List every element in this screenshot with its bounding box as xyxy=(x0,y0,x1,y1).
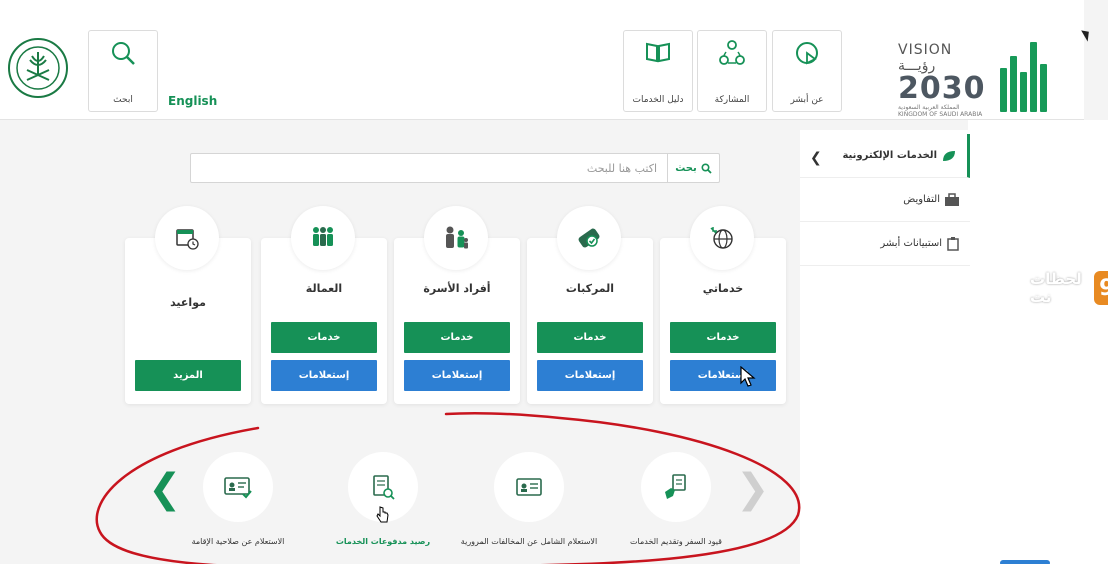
card-appointments: مواعيد المزيد xyxy=(125,206,251,404)
info-icon xyxy=(796,42,818,65)
card-icon xyxy=(690,206,754,270)
card-icon xyxy=(557,206,621,270)
service-label: قيود السفر وتقديم الخدمات xyxy=(630,537,722,546)
watermark-text: لحظات نت xyxy=(1030,270,1082,306)
mouse-cursor-icon xyxy=(740,366,756,387)
search-icon xyxy=(701,162,712,174)
collapse-chevron-icon[interactable]: ❮ xyxy=(810,150,822,166)
vision-line4: KINGDOM OF SAUDI ARABIA xyxy=(898,111,983,118)
family-inquiries-button[interactable]: إستعلامات xyxy=(404,360,510,391)
header-search-button[interactable]: ابحث xyxy=(88,30,158,112)
watermark: لحظات نت 9 xyxy=(1030,270,1108,306)
sidebar-item-label: الخدمات الإلكترونية xyxy=(842,150,937,161)
absher-logo xyxy=(1000,36,1056,112)
service-circle xyxy=(641,452,711,522)
card-title: العمالة xyxy=(305,282,343,295)
globe-icon xyxy=(710,227,733,249)
vision-2030-logo: VISION رؤيـــة 2030 المملكة العربية السع… xyxy=(898,42,994,118)
right-panel-background xyxy=(968,120,1108,564)
vehicle-icon xyxy=(578,228,600,248)
appointments-more-button[interactable]: المزيد xyxy=(135,360,241,391)
service-label: الاستعلام عن صلاحية الإقامة xyxy=(191,537,285,546)
card-labor: العمالة خدمات إستعلامات xyxy=(261,206,387,404)
nav-about-absher[interactable]: عن أبشر xyxy=(772,30,842,112)
my-services-inquiries-button[interactable]: إستعلامات xyxy=(670,360,776,391)
book-icon xyxy=(646,42,670,63)
hand-cursor-icon xyxy=(376,506,389,523)
family-services-button[interactable]: خدمات xyxy=(404,322,510,353)
vehicles-inquiries-button[interactable]: إستعلامات xyxy=(537,360,643,391)
search-button[interactable]: بحث xyxy=(667,154,719,182)
service-traffic-violations[interactable]: الاستعلام الشامل عن المخالفات المرورية xyxy=(459,452,599,562)
watermark-logo: 9 xyxy=(1093,271,1108,305)
nav-services-guide[interactable]: دليل الخدمات xyxy=(623,30,693,112)
receipt-search-icon xyxy=(373,475,395,500)
service-circle xyxy=(494,452,564,522)
nav-about-absher-label: عن أبشر xyxy=(790,95,824,105)
card-title: أفراد الأسرة xyxy=(423,282,491,295)
document-hand-icon xyxy=(665,474,686,499)
nav-services-guide-label: دليل الخدمات xyxy=(632,95,684,105)
sidebar-item-label: استبيانات أبشر xyxy=(880,238,942,249)
card-icon xyxy=(424,206,488,270)
sidebar-item-surveys[interactable]: استبيانات أبشر xyxy=(800,222,970,266)
header: ابحث English دليل الخدمات المشاركة عن أب… xyxy=(0,0,1084,120)
header-search-label: ابحث xyxy=(113,95,133,105)
scroll-indicator xyxy=(1000,560,1050,564)
clipboard-icon xyxy=(947,236,959,251)
sidebar-item-e-services[interactable]: الخدمات الإلكترونية ❮ xyxy=(800,134,970,178)
calendar-icon xyxy=(176,229,199,250)
language-link[interactable]: English xyxy=(168,94,217,108)
nav-participation[interactable]: المشاركة xyxy=(697,30,767,112)
saudi-emblem-logo xyxy=(8,38,68,98)
vision-line1: VISION رؤيـــة xyxy=(898,42,953,74)
service-label: رصيد مدفوعات الخدمات xyxy=(335,537,431,546)
card-title: المركبات xyxy=(565,282,615,295)
search-icon xyxy=(112,42,135,65)
emblem-icon xyxy=(16,46,60,90)
share-icon xyxy=(719,40,745,65)
vehicles-services-button[interactable]: خدمات xyxy=(537,322,643,353)
nav-participation-label: المشاركة xyxy=(714,95,750,105)
card-vehicles: المركبات خدمات إستعلامات xyxy=(527,206,653,404)
card-title: خدماتي xyxy=(702,282,744,295)
id-card-icon xyxy=(516,478,542,496)
sidebar: الخدمات الإلكترونية ❮ التفاويض استبيانات… xyxy=(800,130,970,564)
labor-services-button[interactable]: خدمات xyxy=(271,322,377,353)
my-services-services-button[interactable]: خدمات xyxy=(670,322,776,353)
search-input[interactable] xyxy=(191,154,667,182)
card-title: مواعيد xyxy=(170,296,206,309)
service-circle xyxy=(203,452,273,522)
leaf-icon xyxy=(943,150,955,161)
briefcase-icon xyxy=(945,192,959,206)
card-icon xyxy=(291,206,355,270)
search-button-label: بحث xyxy=(675,162,697,174)
sidebar-item-delegations[interactable]: التفاويض xyxy=(800,178,970,222)
labor-icon xyxy=(313,227,333,246)
card-icon xyxy=(155,206,219,270)
card-family-members: أفراد الأسرة خدمات إستعلامات xyxy=(394,206,520,404)
vision-line2: 2030 xyxy=(898,71,986,106)
id-check-icon xyxy=(224,477,252,499)
service-iqama-validity[interactable]: الاستعلام عن صلاحية الإقامة xyxy=(168,452,308,562)
service-label: الاستعلام الشامل عن المخالفات المرورية xyxy=(460,537,598,546)
sidebar-item-label: التفاويض xyxy=(903,194,940,205)
search-bar: بحث xyxy=(190,153,720,183)
service-travel-restrictions[interactable]: قيود السفر وتقديم الخدمات xyxy=(606,452,746,562)
card-my-services: خدماتي خدمات إستعلامات xyxy=(660,206,786,404)
family-icon xyxy=(446,226,468,249)
labor-inquiries-button[interactable]: إستعلامات xyxy=(271,360,377,391)
